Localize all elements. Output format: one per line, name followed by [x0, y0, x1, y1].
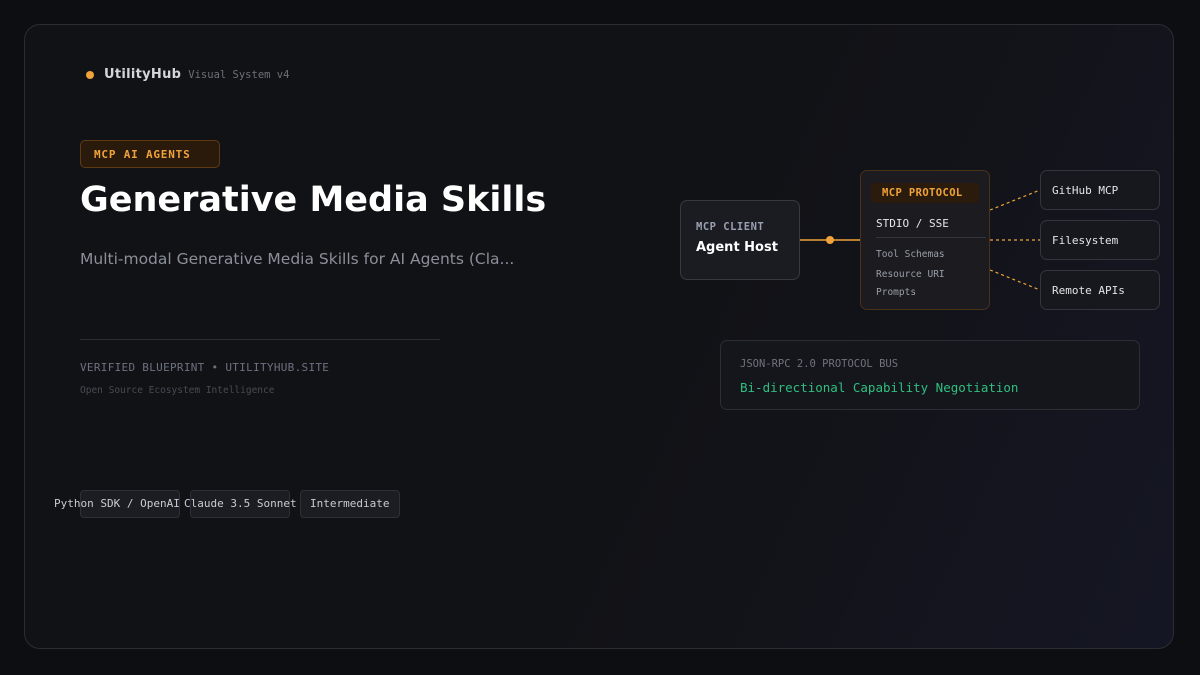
link-node-dot	[826, 236, 834, 244]
client-name: Agent Host	[696, 240, 778, 255]
protocol-item-resource-uri: Resource URI	[876, 269, 945, 280]
server-github-label: GitHub MCP	[1052, 184, 1119, 197]
mcp-client-box: MCP CLIENT Agent Host	[680, 200, 800, 280]
server-filesystem: Filesystem	[1040, 220, 1160, 260]
bus-label: JSON-RPC 2.0 PROTOCOL BUS	[740, 358, 899, 370]
protocol-header: MCP PROTOCOL	[871, 183, 979, 203]
server-filesystem-label: Filesystem	[1052, 234, 1119, 247]
protocol-header-label: MCP PROTOCOL	[882, 187, 963, 199]
server-remote-apis-label: Remote APIs	[1052, 284, 1125, 297]
protocol-item-tool-schemas: Tool Schemas	[876, 249, 945, 260]
protocol-transport: STDIO / SSE	[876, 217, 949, 230]
link-remote-apis	[989, 269, 1041, 291]
bus-text: Bi-directional Capability Negotiation	[740, 380, 1019, 395]
protocol-bus-box: JSON-RPC 2.0 PROTOCOL BUS Bi-directional…	[720, 340, 1140, 410]
server-remote-apis: Remote APIs	[1040, 270, 1160, 310]
client-label: MCP CLIENT	[696, 221, 765, 233]
server-github: GitHub MCP	[1040, 170, 1160, 210]
link-github	[989, 189, 1041, 211]
mcp-protocol-box: MCP PROTOCOL STDIO / SSE Tool Schemas Re…	[860, 170, 990, 310]
protocol-item-prompts: Prompts	[876, 287, 917, 298]
connector-lines	[800, 189, 1041, 291]
protocol-divider	[876, 237, 986, 238]
